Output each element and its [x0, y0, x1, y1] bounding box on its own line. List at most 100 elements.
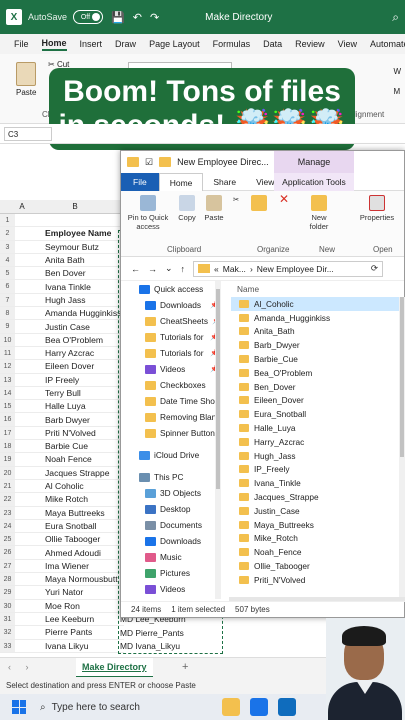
table-row[interactable]: 5 Ben Dover: [0, 267, 124, 281]
cut-icon[interactable]: ✂: [231, 195, 241, 204]
merge-button[interactable]: M: [393, 82, 401, 102]
employee-name-cell[interactable]: Barbie Cue: [15, 441, 88, 451]
folder-list-item[interactable]: Harry_Azcrac: [231, 435, 405, 449]
row-number[interactable]: 20: [0, 466, 15, 479]
delete-icon[interactable]: ✕: [276, 193, 292, 205]
file-explorer-icon[interactable]: [222, 698, 240, 716]
column-title-cell[interactable]: Employee Name: [15, 228, 111, 238]
row-number[interactable]: 3: [0, 240, 15, 253]
table-row[interactable]: 11 Harry Azcrac: [0, 346, 124, 361]
table-row[interactable]: 6 Ivana Tinkle: [0, 280, 124, 294]
table-row[interactable]: 23 Maya Buttreeks: [0, 506, 124, 520]
employee-name-cell[interactable]: Ima Wiener: [15, 561, 89, 571]
folder-list-item[interactable]: Ollie_Tabooger: [231, 559, 405, 573]
up-icon[interactable]: ↑: [181, 264, 186, 274]
nav-item[interactable]: Documents: [121, 517, 221, 533]
row-number[interactable]: 10: [0, 333, 15, 346]
explorer-tab-file[interactable]: File: [121, 172, 159, 191]
table-row[interactable]: 10 Bea O'Problem: [0, 333, 124, 347]
paste-button[interactable]: Paste: [16, 88, 36, 97]
sheet-tab-make-directory[interactable]: Make Directory: [76, 658, 153, 678]
nav-item[interactable]: 3D Objects: [121, 485, 221, 501]
folder-list-item[interactable]: Al_Coholic: [231, 297, 405, 311]
row-number[interactable]: 4: [0, 253, 15, 267]
row-number[interactable]: 7: [0, 293, 15, 307]
row-number[interactable]: 15: [0, 400, 15, 413]
table-row[interactable]: 19 Noah Fence: [0, 453, 124, 467]
employee-name-cell[interactable]: Amanda Hugginkiss: [15, 308, 121, 318]
cell-c32[interactable]: MD Pierre_Pants: [120, 628, 184, 638]
employee-name-cell[interactable]: Halle Luya: [15, 401, 86, 411]
name-box[interactable]: C3: [4, 127, 52, 141]
nav-item[interactable]: Tutorials for📌: [121, 345, 221, 361]
row-number[interactable]: 18: [0, 440, 15, 453]
refresh-icon[interactable]: ⟳: [371, 263, 378, 274]
move-to-icon[interactable]: [251, 195, 267, 213]
folder-list-item[interactable]: Jacques_Strappe: [231, 490, 405, 504]
row-number[interactable]: 17: [0, 426, 15, 440]
folder-list-item[interactable]: Halle_Luya: [231, 421, 405, 435]
folder-list-item[interactable]: Justin_Case: [231, 504, 405, 518]
row-number[interactable]: 22: [0, 493, 15, 506]
column-header-b[interactable]: B: [30, 202, 120, 211]
paste-button[interactable]: Paste: [202, 195, 226, 222]
column-header-a[interactable]: A: [15, 202, 29, 211]
folder-list-item[interactable]: Amanda_Hugginkiss: [231, 311, 405, 325]
row-number[interactable]: 2: [0, 227, 15, 240]
table-row[interactable]: 22 Mike Rotch: [0, 493, 124, 507]
nav-item[interactable]: Quick access: [121, 281, 221, 297]
employee-name-cell[interactable]: Ivana Tinkle: [15, 282, 91, 292]
employee-name-cell[interactable]: Moe Ron: [15, 601, 80, 611]
table-row[interactable]: 33 Ivana Likyu: [0, 639, 124, 653]
sheet-nav-arrows[interactable]: ‹ ›: [8, 662, 35, 672]
taskbar-search[interactable]: ⌕ Type here to search: [40, 702, 140, 713]
nav-item[interactable]: Downloads📌: [121, 297, 221, 313]
windows-start-icon[interactable]: [12, 700, 26, 714]
tab-page-layout[interactable]: Page Layout: [149, 39, 200, 49]
add-sheet-button[interactable]: +: [182, 661, 188, 673]
row-number[interactable]: 26: [0, 546, 15, 559]
new-folder-button[interactable]: New folder: [305, 195, 333, 231]
row-number[interactable]: 16: [0, 413, 15, 426]
table-row[interactable]: 20 Jacques Strappe: [0, 466, 124, 480]
employee-name-cell[interactable]: Al Coholic: [15, 481, 84, 491]
tab-formulas[interactable]: Formulas: [213, 39, 251, 49]
row-number[interactable]: 5: [0, 267, 15, 280]
table-row[interactable]: 27 Ima Wiener: [0, 559, 124, 574]
paste-icon[interactable]: [16, 62, 36, 86]
table-row[interactable]: 13 IP Freely: [0, 373, 124, 387]
employee-name-cell[interactable]: Jacques Strappe: [15, 468, 110, 478]
folder-list-item[interactable]: Ben_Dover: [231, 380, 405, 394]
properties-button[interactable]: Properties: [357, 195, 397, 222]
table-row[interactable]: 16 Barb Dwyer: [0, 413, 124, 427]
explorer-tab-home[interactable]: Home: [158, 172, 204, 191]
table-row[interactable]: 29 Yuri Nator: [0, 586, 124, 600]
employee-name-cell[interactable]: Hugh Jass: [15, 295, 86, 305]
row-number[interactable]: 8: [0, 307, 15, 320]
search-icon[interactable]: ⌕: [392, 10, 399, 25]
nav-item[interactable]: Spinner Button: [121, 425, 221, 441]
employee-name-cell[interactable]: Maya Buttreeks: [15, 508, 105, 518]
nav-item[interactable]: Music: [121, 549, 221, 565]
row-number[interactable]: 32: [0, 626, 15, 639]
employee-name-cell[interactable]: Mike Rotch: [15, 494, 88, 504]
table-row[interactable]: 25 Ollie Tabooger: [0, 533, 124, 547]
employee-name-cell[interactable]: IP Freely: [15, 375, 79, 385]
employee-name-cell[interactable]: Maya Normousbutt: [15, 574, 118, 584]
row-number[interactable]: 28: [0, 573, 15, 586]
employee-name-cell[interactable]: Ahmed Adoudi: [15, 548, 101, 558]
copy-button[interactable]: Copy: [175, 195, 199, 222]
folder-list-item[interactable]: Eura_Snotball: [231, 407, 405, 421]
row-number[interactable]: 13: [0, 373, 15, 386]
folder-list-item[interactable]: Mike_Rotch: [231, 532, 405, 546]
employee-name-cell[interactable]: Barb Dwyer: [15, 415, 90, 425]
nav-scrollbar[interactable]: [215, 281, 221, 599]
row-number[interactable]: 30: [0, 599, 15, 612]
address-bar[interactable]: « Mak... › New Employee Dir... ⟳: [193, 260, 384, 277]
manage-tab[interactable]: Manage: [274, 151, 354, 173]
nav-item[interactable]: CheatSheets📌: [121, 313, 221, 329]
nav-item[interactable]: Pictures: [121, 565, 221, 581]
table-row[interactable]: 28 Maya Normousbutt: [0, 573, 124, 587]
folder-list-item[interactable]: Ivana_Tinkle: [231, 476, 405, 490]
employee-name-cell[interactable]: Ollie Tabooger: [15, 534, 100, 544]
